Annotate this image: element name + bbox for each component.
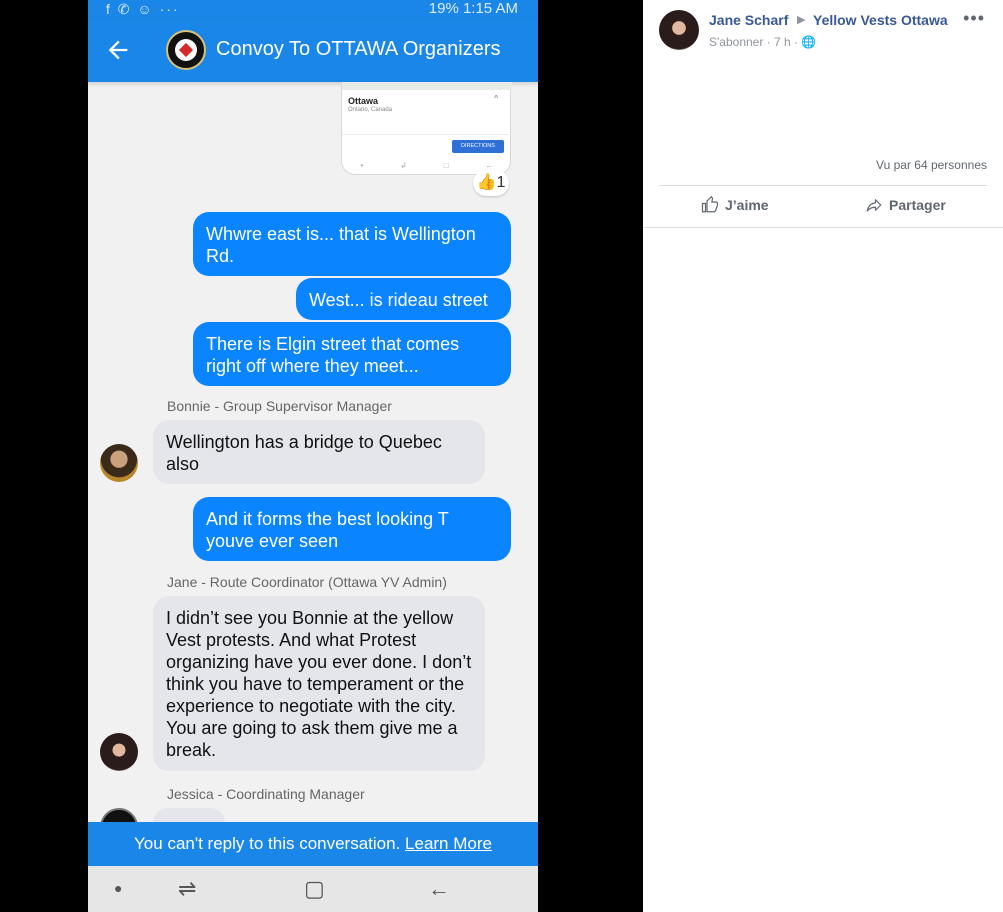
view-count: Vu par 64 personnes bbox=[876, 158, 987, 172]
avatar[interactable] bbox=[100, 444, 138, 482]
divider bbox=[342, 134, 512, 135]
like-label: J’aime bbox=[725, 197, 769, 213]
follow-link[interactable]: S'abonner bbox=[709, 35, 763, 49]
location-card[interactable]: Ottawa Ontario, Canada ^ DIRECTIONS • ↲ □ ← bbox=[341, 82, 512, 175]
post-group[interactable]: Yellow Vests Ottawa bbox=[813, 12, 948, 28]
recents-icon[interactable]: ⇌ bbox=[178, 876, 196, 902]
message-bubble: Whwre east is... that is Wellington Rd. bbox=[193, 212, 511, 276]
message-bubble: And it forms the best looking T youve ev… bbox=[193, 497, 511, 561]
thumbs-up-icon bbox=[701, 196, 719, 213]
group-avatar[interactable] bbox=[166, 30, 206, 70]
messenger-screenshot: f ✆ ☺ ··· 19% 1:15 AM Convoy To OTTAWA O… bbox=[88, 0, 538, 912]
status-bar: f ✆ ☺ ··· 19% 1:15 AM bbox=[88, 0, 538, 18]
location-city: Ottawa bbox=[348, 96, 379, 106]
conversation-header: Convoy To OTTAWA Organizers bbox=[88, 18, 538, 82]
reaction-count: 1 bbox=[496, 174, 506, 191]
share-label: Partager bbox=[889, 197, 946, 213]
status-right-text: 19% 1:15 AM bbox=[428, 0, 518, 17]
divider bbox=[659, 185, 987, 186]
home-icon[interactable]: ▢ bbox=[304, 876, 325, 902]
sender-name: Jessica - Coordinating Manager bbox=[167, 786, 365, 802]
post-meta: S'abonner · 7 h · 🌐 bbox=[709, 35, 817, 49]
message-bubble: There is Elgin street that comes right o… bbox=[193, 322, 511, 386]
reaction-badge[interactable]: 👍1 bbox=[473, 170, 509, 196]
avatar[interactable] bbox=[100, 733, 138, 771]
directions-button[interactable]: DIRECTIONS bbox=[452, 140, 504, 153]
thumbs-up-icon: 👍 bbox=[476, 174, 497, 191]
learn-more-link[interactable]: Learn More bbox=[405, 834, 492, 853]
avatar[interactable] bbox=[659, 10, 699, 50]
more-options-icon[interactable]: ••• bbox=[963, 8, 985, 29]
post-time[interactable]: 7 h bbox=[774, 35, 791, 49]
post-author[interactable]: Jane Scharf bbox=[709, 12, 788, 28]
facebook-post-panel: Jane Scharf ▶ Yellow Vests Ottawa ••• S'… bbox=[643, 0, 1003, 912]
chevron-up-icon: ^ bbox=[494, 94, 498, 103]
location-country: Ontario, Canada bbox=[348, 107, 393, 113]
conversation-title[interactable]: Convoy To OTTAWA Organizers bbox=[216, 38, 501, 61]
dot-icon[interactable]: ● bbox=[114, 880, 122, 896]
share-button[interactable]: Partager bbox=[865, 196, 946, 214]
divider bbox=[643, 227, 1003, 228]
like-button[interactable]: J’aime bbox=[701, 196, 769, 214]
message-bubble: Wellington has a bridge to Quebec also bbox=[153, 420, 485, 484]
post-actions: J’aime Partager bbox=[659, 190, 987, 224]
map-preview bbox=[342, 82, 512, 90]
back-arrow-icon[interactable] bbox=[104, 36, 132, 64]
reply-disabled-text: You can't reply to this conversation. bbox=[134, 834, 406, 853]
globe-icon: 🌐 bbox=[801, 35, 817, 49]
message-bubble: I didn’t see you Bonnie at the yellow Ve… bbox=[153, 596, 485, 771]
system-nav-bar: ● ⇌ ▢ ← bbox=[88, 866, 538, 912]
back-icon[interactable]: ← bbox=[428, 876, 450, 902]
maple-leaf-icon bbox=[178, 42, 194, 58]
caret-right-icon: ▶ bbox=[797, 14, 806, 26]
status-left-icons: f ✆ ☺ ··· bbox=[106, 1, 180, 17]
reply-disabled-banner: You can't reply to this conversation. Le… bbox=[88, 822, 538, 866]
share-arrow-icon bbox=[866, 199, 882, 212]
sender-name: Jane - Route Coordinator (Ottawa YV Admi… bbox=[167, 574, 447, 590]
message-bubble: West... is rideau street bbox=[296, 278, 511, 320]
sender-name: Bonnie - Group Supervisor Manager bbox=[167, 398, 392, 414]
